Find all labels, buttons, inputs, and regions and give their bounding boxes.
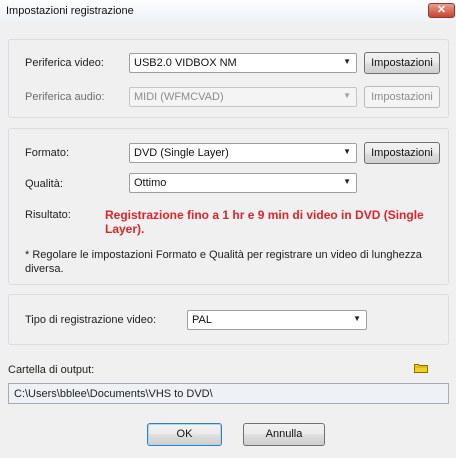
folder-icon[interactable]	[414, 363, 428, 373]
chevron-down-icon: ▼	[343, 91, 351, 100]
format-settings-button[interactable]: Impostazioni	[364, 142, 440, 164]
format-label: Formato:	[25, 147, 70, 159]
video-settings-button[interactable]: Impostazioni	[364, 52, 440, 74]
audio-device-value: MIDI (WFMCVAD)	[134, 91, 224, 103]
recording-type-label: Tipo di registrazione video:	[25, 314, 157, 326]
audio-device-label: Periferica audio:	[25, 91, 105, 103]
recording-type-select[interactable]: PAL ▼	[187, 310, 367, 330]
format-group: Formato: DVD (Single Layer) ▼ Impostazio…	[8, 128, 449, 285]
format-select[interactable]: DVD (Single Layer) ▼	[129, 143, 357, 163]
video-device-value: USB2.0 VIDBOX NM	[134, 57, 237, 69]
audio-device-select[interactable]: MIDI (WFMCVAD) ▼	[129, 87, 357, 107]
ok-button[interactable]: OK	[147, 423, 222, 446]
video-device-label: Periferica video:	[25, 57, 104, 69]
close-icon: ✕	[436, 4, 447, 16]
recording-type-group: Tipo di registrazione video: PAL ▼	[8, 294, 449, 345]
window-title: Impostazioni registrazione	[6, 5, 134, 17]
chevron-down-icon: ▼	[343, 147, 351, 156]
audio-settings-button[interactable]: Impostazioni	[364, 86, 440, 108]
output-folder-label: Cartella di output:	[8, 364, 95, 376]
chevron-down-icon: ▼	[343, 57, 351, 66]
chevron-down-icon: ▼	[353, 314, 361, 323]
title-bar: Impostazioni registrazione ✕	[0, 0, 456, 23]
output-path-value: C:\Users\bblee\Documents\VHS to DVD\	[14, 388, 213, 400]
format-value: DVD (Single Layer)	[134, 147, 229, 159]
quality-select[interactable]: Ottimo ▼	[129, 173, 357, 193]
output-path-field[interactable]: C:\Users\bblee\Documents\VHS to DVD\	[8, 383, 449, 404]
close-button[interactable]: ✕	[428, 3, 455, 18]
result-text: Registrazione fino a 1 hr e 9 min di vid…	[105, 208, 424, 236]
cancel-button[interactable]: Annulla	[243, 423, 325, 446]
recording-type-value: PAL	[192, 314, 212, 326]
devices-group: Periferica video: USB2.0 VIDBOX NM ▼ Imp…	[8, 39, 449, 118]
result-label: Risultato:	[25, 209, 71, 221]
chevron-down-icon: ▼	[343, 177, 351, 186]
format-hint-note: * Regolare le impostazioni Formato e Qua…	[25, 249, 422, 275]
video-device-select[interactable]: USB2.0 VIDBOX NM ▼	[129, 53, 357, 73]
quality-label: Qualità:	[25, 178, 63, 190]
quality-value: Ottimo	[134, 177, 167, 189]
